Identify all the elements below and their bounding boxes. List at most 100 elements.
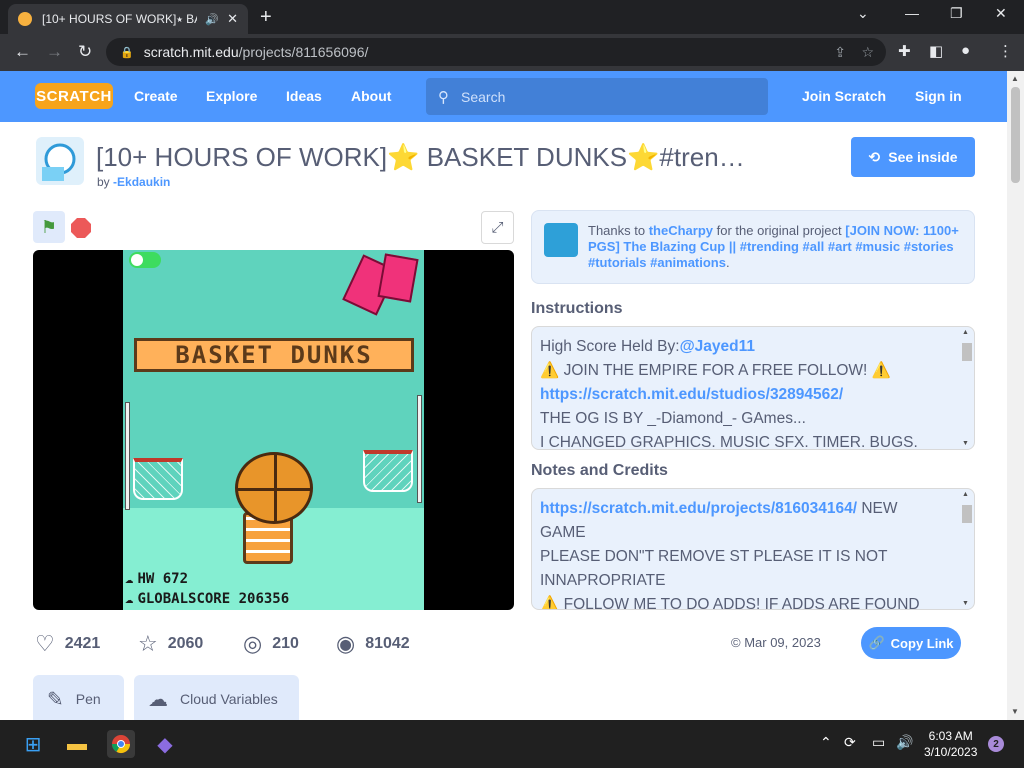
tab-close-icon[interactable]: ✕ <box>227 11 238 27</box>
stop-button[interactable] <box>71 218 91 238</box>
remix-author-avatar[interactable] <box>544 223 578 257</box>
file-explorer-icon[interactable]: ▬ <box>63 730 91 758</box>
browser-toolbar: ← → ↻ 🔒 scratch.mit.edu /projects/811656… <box>0 34 1024 71</box>
url-path: /projects/811656096/ <box>238 44 369 60</box>
star-icon: ☆ <box>138 631 158 656</box>
green-flag-button[interactable]: ⚑ <box>33 211 65 243</box>
instructions-scrollbar[interactable]: ▲ ▼ <box>960 329 972 447</box>
basketball-sprite <box>235 452 313 524</box>
remix-credit-box: Thanks to theCharpy for the original pro… <box>531 210 975 284</box>
notes-scrollbar[interactable]: ▲ ▼ <box>960 491 972 607</box>
remix-user-link[interactable]: theCharpy <box>649 223 713 238</box>
nav-create[interactable]: Create <box>134 88 178 104</box>
scroll-down-icon[interactable]: ▼ <box>962 440 969 447</box>
sign-in-link[interactable]: Sign in <box>915 88 962 104</box>
clock-time: 6:03 AM <box>928 729 973 743</box>
nav-explore[interactable]: Explore <box>206 88 257 104</box>
tray-overflow-icon[interactable]: ⌃ <box>820 734 832 751</box>
scratch-favicon-icon <box>18 12 32 26</box>
favorite-stat[interactable]: ☆ 2060 <box>138 631 203 657</box>
author-avatar[interactable] <box>36 137 84 185</box>
browser-tabstrip: [10+ HOURS OF WORK]⭑ BA 🔊 ✕ + ⌄ — ❐ ✕ <box>0 0 1024 34</box>
scrollbar-thumb[interactable] <box>1011 87 1020 183</box>
visual-studio-icon[interactable]: ◆ <box>151 730 179 758</box>
scroll-down-icon[interactable]: ▼ <box>1011 707 1019 716</box>
love-count: 2421 <box>64 635 101 652</box>
hw-score: ☁ HW 672 <box>125 571 189 587</box>
remix-spiral-icon: ◎ <box>243 631 263 656</box>
copy-link-button[interactable]: 🔗 Copy Link <box>861 627 961 659</box>
tab-title: [10+ HOURS OF WORK]⭑ BA <box>42 11 198 26</box>
forward-arrow-icon[interactable]: → <box>46 42 63 62</box>
link-icon: 🔗 <box>868 635 885 650</box>
scroll-up-icon[interactable]: ▲ <box>1011 74 1019 83</box>
page-scrollbar[interactable]: ▲ ▼ <box>1007 71 1024 720</box>
scrollbar-thumb[interactable] <box>962 343 972 361</box>
bookmark-star-icon[interactable]: ☆ <box>861 44 874 61</box>
scroll-down-icon[interactable]: ▼ <box>962 600 969 607</box>
extension-chip-pen: ✎ Pen <box>33 675 124 723</box>
search-input[interactable]: ⚲ Search <box>426 78 768 115</box>
chip-label: Cloud Variables <box>180 691 278 707</box>
sound-toggle[interactable] <box>129 252 161 268</box>
system-clock[interactable]: 6:03 AM 3/10/2023 <box>924 728 977 760</box>
windows-taskbar: ⊞ ▬ ◆ ⌃ ⟳ ▭ 🔊 6:03 AM 3/10/2023 <box>0 720 1024 768</box>
sync-icon[interactable]: ⟳ <box>844 734 856 751</box>
audio-playing-icon[interactable]: 🔊 <box>205 13 219 26</box>
volume-icon[interactable]: 🔊 <box>896 734 913 751</box>
new-tab-icon[interactable]: + <box>260 6 272 29</box>
clock-date: 3/10/2023 <box>924 745 978 759</box>
author-link[interactable]: -Ekdaukin <box>113 175 170 189</box>
instructions-box[interactable]: High Score Held By:@Jayed11 ⚠️ JOIN THE … <box>531 326 975 450</box>
back-arrow-icon[interactable]: ← <box>14 42 31 62</box>
address-bar[interactable]: 🔒 scratch.mit.edu /projects/811656096/ ⇪… <box>106 38 886 66</box>
scrollbar-thumb[interactable] <box>962 505 972 523</box>
browser-tab[interactable]: [10+ HOURS OF WORK]⭑ BA 🔊 ✕ <box>8 4 248 34</box>
nav-about[interactable]: About <box>351 88 391 104</box>
hoop-pole-left <box>125 402 130 510</box>
profile-icon[interactable]: ● <box>961 42 970 59</box>
remix-credit-text: Thanks to theCharpy for the original pro… <box>588 223 959 270</box>
fullscreen-button[interactable]: ⤢ <box>481 211 514 244</box>
notification-badge[interactable]: 2 <box>988 736 1004 752</box>
fullscreen-icon: ⤢ <box>491 219 504 236</box>
scroll-up-icon[interactable]: ▲ <box>962 491 969 498</box>
project-stage[interactable]: BASKET DUNKS ☁ HW 672 ☁ GLOBALSCORE 206356 <box>33 250 514 610</box>
love-stat[interactable]: ♡ 2421 <box>35 631 100 657</box>
tab-search-chevron-icon[interactable]: ⌄ <box>857 5 869 22</box>
extensions-icon[interactable]: ✚ <box>898 42 911 60</box>
maximize-icon[interactable]: ❐ <box>950 5 963 22</box>
project-link[interactable]: https://scratch.mit.edu/projects/8160341… <box>540 500 857 517</box>
cloud-icon: ☁ <box>148 688 168 711</box>
notes-box[interactable]: https://scratch.mit.edu/projects/8160341… <box>531 488 975 610</box>
copy-link-label: Copy Link <box>890 635 954 651</box>
lock-icon: 🔒 <box>120 46 134 59</box>
network-icon[interactable]: ▭ <box>872 734 885 751</box>
card-sprite <box>377 253 419 303</box>
notes-line: ⚠️ FOLLOW ME TO DO ADDS! IF ADDS ARE FOU… <box>540 596 920 610</box>
global-score: ☁ GLOBALSCORE 206356 <box>125 591 290 607</box>
nav-ideas[interactable]: Ideas <box>286 88 322 104</box>
remix-arrows-icon: ⟲ <box>868 148 881 165</box>
side-panel-icon[interactable]: ◧ <box>929 42 943 60</box>
chrome-menu-icon[interactable]: ⋮ <box>998 42 1013 60</box>
url-host: scratch.mit.edu <box>143 44 239 60</box>
mention-link[interactable]: @Jayed11 <box>680 338 755 355</box>
views-stat: ◉ 81042 <box>336 631 410 657</box>
chrome-icon[interactable] <box>107 730 135 758</box>
join-scratch-link[interactable]: Join Scratch <box>802 88 886 104</box>
share-icon[interactable]: ⇪ <box>834 44 846 61</box>
remix-stat: ◎ 210 <box>243 631 299 657</box>
scratch-logo[interactable]: SCRATCH <box>35 83 113 109</box>
window-close-icon[interactable]: ✕ <box>995 5 1007 22</box>
game-canvas[interactable]: BASKET DUNKS ☁ HW 672 ☁ GLOBALSCORE 206356 <box>123 250 424 610</box>
start-windows-icon[interactable]: ⊞ <box>19 730 47 758</box>
by-label: by <box>97 175 110 189</box>
reload-icon[interactable]: ↻ <box>78 42 92 62</box>
pen-icon: ✎ <box>47 688 64 711</box>
minimize-icon[interactable]: — <box>905 5 919 21</box>
scroll-up-icon[interactable]: ▲ <box>962 329 969 336</box>
studio-link[interactable]: https://scratch.mit.edu/studios/32894562… <box>540 383 944 407</box>
see-inside-button[interactable]: ⟲ See inside <box>851 137 975 177</box>
hoop-net-right <box>363 450 413 492</box>
